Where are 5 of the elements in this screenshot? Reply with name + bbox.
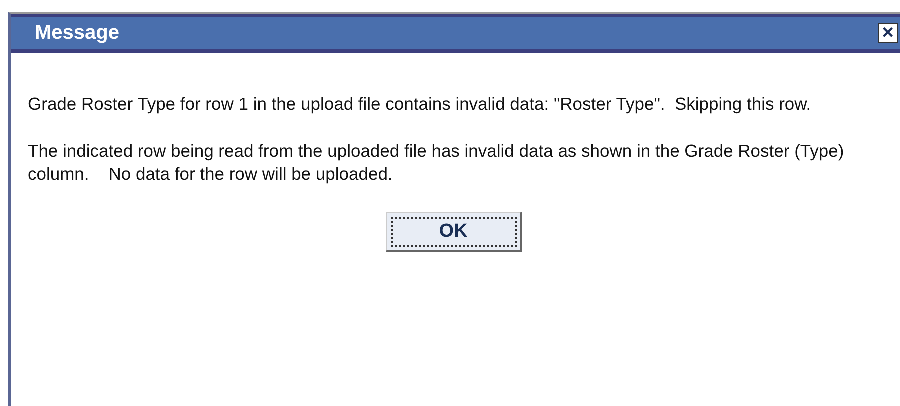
message-text: Grade Roster Type for row 1 in the upload file contains invalid data: "Roster Type". Skipping this row. — [28, 93, 812, 116]
message-text: The indicated row being read from the uploaded file has invalid data as shown in the Grade Roster (Type) column. No data for the row will be uploaded. — [28, 140, 846, 186]
ok-button[interactable]: OK — [386, 212, 522, 252]
close-button[interactable]: × — [878, 23, 898, 43]
window-title: Message — [35, 22, 120, 44]
